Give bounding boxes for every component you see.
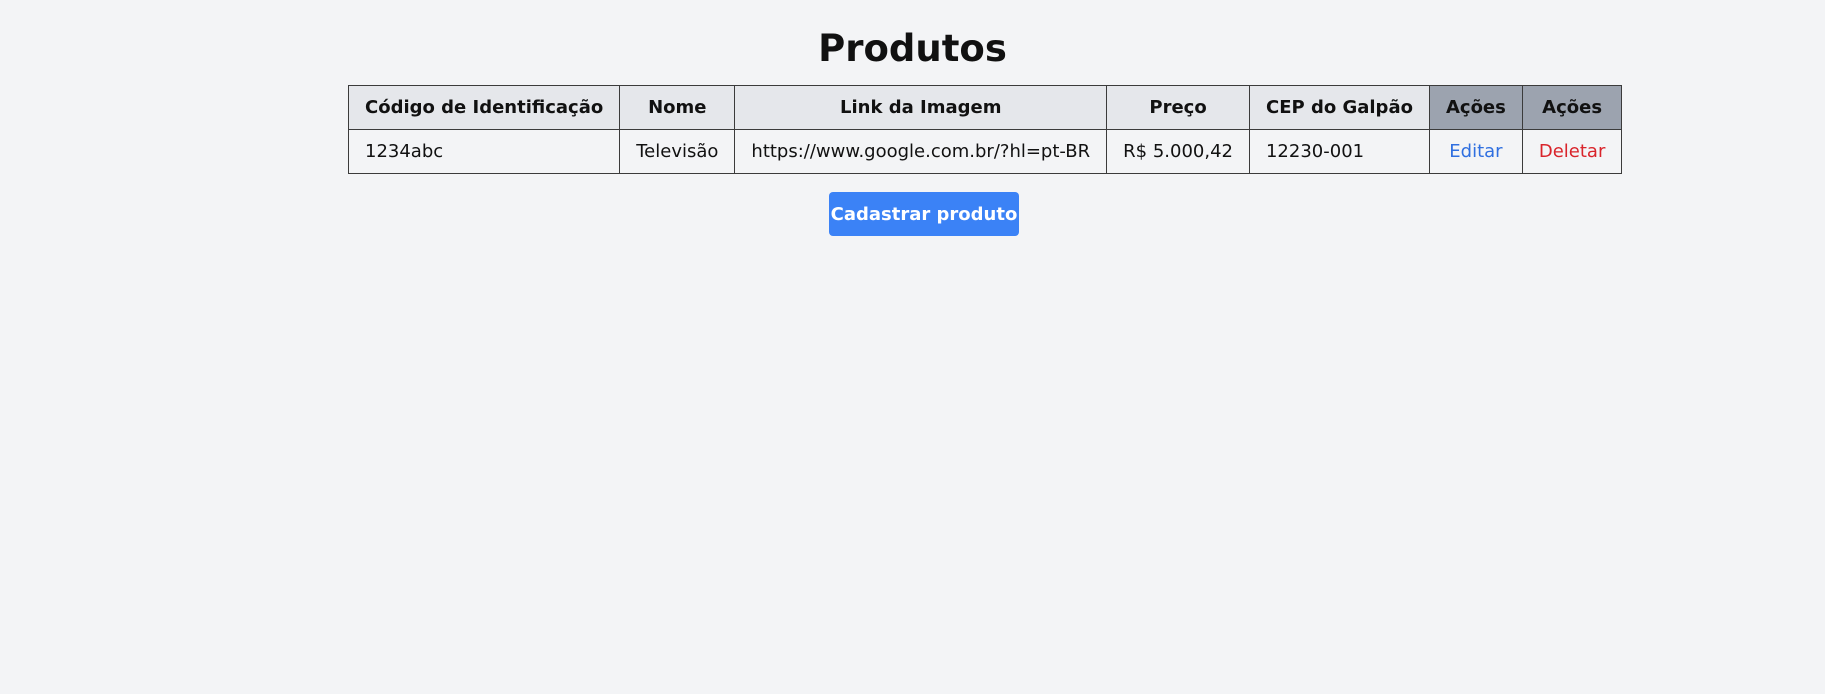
header-acoes-edit: Ações — [1428, 85, 1523, 130]
register-product-button[interactable]: Cadastrar produto — [829, 192, 1019, 236]
header-acoes-delete: Ações — [1521, 85, 1623, 130]
header-codigo: Código de Identificação — [347, 85, 621, 130]
table-row: 1234abc Televisão https://www.google.com… — [347, 129, 1623, 174]
delete-link[interactable]: Deletar — [1539, 141, 1606, 162]
products-page: Produtos Código de Identificação Nome Li… — [0, 0, 1825, 694]
cell-preco: R$ 5.000,42 — [1106, 129, 1250, 174]
header-cep: CEP do Galpão — [1248, 85, 1430, 130]
page-title: Produtos — [818, 27, 1007, 70]
header-preco: Preço — [1106, 85, 1250, 130]
edit-link[interactable]: Editar — [1449, 141, 1502, 162]
cell-delete: Deletar — [1521, 129, 1623, 174]
cell-link-imagem: https://www.google.com.br/?hl=pt-BR — [734, 129, 1108, 174]
products-table: Código de Identificação Nome Link da Ima… — [347, 85, 1623, 174]
cell-codigo: 1234abc — [347, 129, 621, 174]
table-header-row: Código de Identificação Nome Link da Ima… — [347, 85, 1623, 130]
cell-cep: 12230-001 — [1248, 129, 1430, 174]
cell-edit: Editar — [1428, 129, 1523, 174]
cell-nome: Televisão — [619, 129, 736, 174]
header-link-imagem: Link da Imagem — [734, 85, 1108, 130]
header-nome: Nome — [619, 85, 736, 130]
